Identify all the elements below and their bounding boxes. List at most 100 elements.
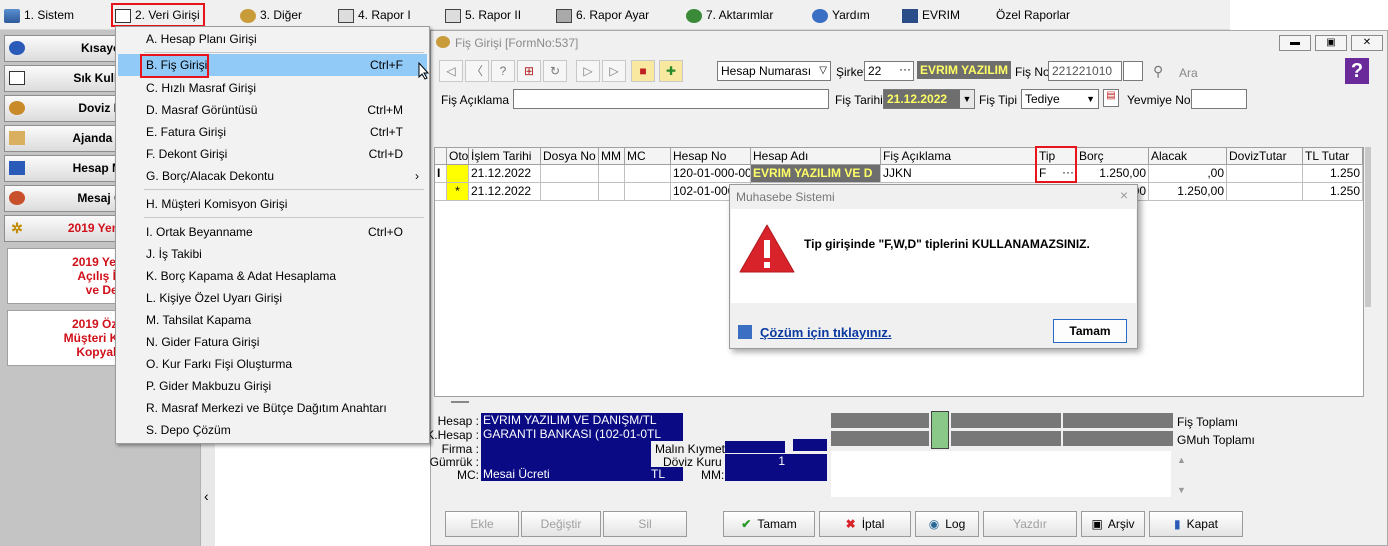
- fis-tarihi-input[interactable]: 21.12.2022 ▼: [883, 89, 975, 109]
- last-record-icon[interactable]: ▷: [602, 60, 626, 82]
- solution-link[interactable]: Çözüm için tıklayınız.: [760, 325, 891, 340]
- date-cell[interactable]: 21.12.2022: [469, 183, 541, 201]
- menu-rapor-ayar[interactable]: 6. Rapor Ayar: [556, 5, 649, 25]
- splitter-handle[interactable]: [451, 401, 469, 403]
- dosya-cell[interactable]: [541, 183, 599, 201]
- col-header[interactable]: DovizTutar: [1227, 148, 1303, 165]
- menu-item-masraf-goruntusu[interactable]: D. Masraf Görüntüsü Ctrl+M: [118, 99, 427, 121]
- menu-rapor-2[interactable]: 5. Rapor II: [445, 5, 521, 25]
- oto-cell[interactable]: [447, 165, 469, 183]
- alacak-cell[interactable]: 1.250,00: [1149, 183, 1227, 201]
- menu-ozel-raporlar[interactable]: Özel Raporlar: [996, 5, 1070, 25]
- menu-rapor-1[interactable]: 4. Rapor I: [338, 5, 411, 25]
- mc-cell[interactable]: [625, 183, 671, 201]
- ara-button[interactable]: Ara: [1179, 65, 1198, 81]
- menu-item-gider-makbuzu[interactable]: P. Gider Makbuzu Girişi: [118, 375, 427, 397]
- tl-cell[interactable]: 1.250: [1303, 183, 1363, 201]
- sirket-input[interactable]: 22 ···: [864, 61, 914, 81]
- dialog-close-button[interactable]: ×: [1114, 187, 1134, 205]
- col-header[interactable]: Fiş Açıklama: [881, 148, 1037, 165]
- col-header[interactable]: MM: [599, 148, 625, 165]
- menu-item-is-takibi[interactable]: J. İş Takibi: [118, 243, 427, 265]
- oto-cell[interactable]: *: [447, 183, 469, 201]
- menu-item-fatura-girisi[interactable]: E. Fatura Girişi Ctrl+T: [118, 121, 427, 143]
- help-icon[interactable]: ?: [1345, 58, 1369, 84]
- menu-item-hesap-plani[interactable]: A. Hesap Planı Girişi: [118, 28, 427, 50]
- close-window-button[interactable]: ✕: [1351, 35, 1383, 51]
- hesap-no-cell[interactable]: 120-01-000-002: [671, 165, 751, 183]
- ekle-button[interactable]: Ekle: [445, 511, 519, 537]
- menu-item-gider-fatura[interactable]: N. Gider Fatura Girişi: [118, 331, 427, 353]
- col-header[interactable]: Alacak: [1149, 148, 1227, 165]
- menu-aktarimlar[interactable]: 7. Aktarımlar: [686, 5, 773, 25]
- next-record-icon[interactable]: ▷: [576, 60, 600, 82]
- iptal-button[interactable]: ✖ İptal: [819, 511, 911, 537]
- col-header[interactable]: İşlem Tarihi: [469, 148, 541, 165]
- tl-cell[interactable]: 1.250: [1303, 165, 1363, 183]
- menu-evrim[interactable]: EVRIM: [902, 5, 960, 25]
- scroll-up-icon[interactable]: ▲: [1177, 455, 1186, 465]
- aciklama-cell[interactable]: JJKN: [881, 165, 1037, 183]
- degistir-button[interactable]: Değiştir: [521, 511, 601, 537]
- query-icon[interactable]: ?: [491, 60, 515, 82]
- col-header[interactable]: Hesap No: [671, 148, 751, 165]
- date-cell[interactable]: 21.12.2022: [469, 165, 541, 183]
- col-header[interactable]: TL Tutar: [1303, 148, 1363, 165]
- menu-item-kur-farki[interactable]: O. Kur Farkı Fişi Oluşturma: [118, 353, 427, 375]
- yevmiye-input[interactable]: [1191, 89, 1247, 109]
- sil-button[interactable]: Sil: [603, 511, 687, 537]
- fis-tipi-select[interactable]: Tediye ▼: [1021, 89, 1099, 109]
- doviz-cell[interactable]: [1227, 165, 1303, 183]
- menu-item-borc-alacak[interactable]: G. Borç/Alacak Dekontu ›: [118, 165, 427, 187]
- col-header[interactable]: Dosya No: [541, 148, 599, 165]
- minimize-button[interactable]: ▬: [1279, 35, 1311, 51]
- mc-cell[interactable]: [625, 165, 671, 183]
- first-record-icon[interactable]: ◁: [439, 60, 463, 82]
- hesap-adi-cell[interactable]: EVRIM YAZILIM VE D: [751, 165, 881, 183]
- menu-item-dekont-girisi[interactable]: F. Dekont Girişi Ctrl+D: [118, 143, 427, 165]
- menu-sistem[interactable]: 1. Sistem: [4, 5, 74, 25]
- refresh-icon[interactable]: ↻: [543, 60, 567, 82]
- borc-cell[interactable]: 1.250,00: [1077, 165, 1149, 183]
- collapse-arrow-icon[interactable]: ‹: [204, 488, 209, 504]
- menu-item-masraf-merkezi[interactable]: R. Masraf Merkezi ve Bütçe Dağıtım Anaht…: [118, 397, 427, 419]
- log-button[interactable]: ◉ Log: [915, 511, 979, 537]
- fis-aciklama-input[interactable]: [513, 89, 829, 109]
- maximize-button[interactable]: ▣: [1315, 35, 1347, 51]
- search-icon[interactable]: ⚲: [1153, 63, 1163, 80]
- menu-item-kisiye-ozel[interactable]: L. Kişiye Özel Uyarı Girişi: [118, 287, 427, 309]
- bookmark-icon[interactable]: ⊞: [517, 60, 541, 82]
- doviz-cell[interactable]: [1227, 183, 1303, 201]
- mm-cell[interactable]: [599, 183, 625, 201]
- menu-item-tahsilat-kapama[interactable]: M. Tahsilat Kapama: [118, 309, 427, 331]
- yazdir-button[interactable]: Yazdır: [983, 511, 1077, 537]
- chevron-down-icon[interactable]: ▼: [960, 90, 974, 108]
- menu-item-borc-kapama[interactable]: K. Borç Kapama & Adat Hesaplama: [118, 265, 427, 287]
- menu-diger[interactable]: 3. Diğer: [240, 5, 302, 25]
- menu-veri-girisi[interactable]: 2. Veri Girişi: [111, 3, 205, 27]
- menu-item-ortak-beyanname[interactable]: I. Ortak Beyanname Ctrl+O: [118, 221, 427, 243]
- tamam-button[interactable]: ✔ Tamam: [723, 511, 815, 537]
- alacak-cell[interactable]: ,00: [1149, 165, 1227, 183]
- kapat-button[interactable]: ▮ Kapat: [1149, 511, 1243, 537]
- prev-record-icon[interactable]: 〈: [465, 60, 489, 82]
- menu-item-depo-cozum[interactable]: S. Depo Çözüm: [118, 419, 427, 441]
- menu-yardim[interactable]: Yardım: [812, 5, 870, 25]
- dialog-ok-button[interactable]: Tamam: [1053, 319, 1127, 343]
- dosya-cell[interactable]: [541, 165, 599, 183]
- menu-item-hizli-masraf[interactable]: C. Hızlı Masraf Girişi: [118, 77, 427, 99]
- add-doc-icon[interactable]: ✚: [659, 60, 683, 82]
- col-header[interactable]: Borç: [1077, 148, 1149, 165]
- search-field-select[interactable]: Hesap Numarası ▽: [717, 61, 831, 81]
- menu-item-musteri-komisyon[interactable]: H. Müşteri Komisyon Girişi: [118, 193, 427, 215]
- grid-scrollbar[interactable]: [1365, 147, 1371, 307]
- fisno-input[interactable]: 221221010: [1048, 61, 1122, 81]
- scroll-down-icon[interactable]: ▼: [1177, 485, 1186, 495]
- col-header[interactable]: Oto: [447, 148, 469, 165]
- lookup-icon[interactable]: ···: [899, 60, 911, 78]
- calculator-icon[interactable]: [931, 411, 949, 449]
- document-icon[interactable]: ▤: [1103, 89, 1119, 107]
- fisno-extra-input[interactable]: [1123, 61, 1143, 81]
- mm-cell[interactable]: [599, 165, 625, 183]
- col-header[interactable]: MC: [625, 148, 671, 165]
